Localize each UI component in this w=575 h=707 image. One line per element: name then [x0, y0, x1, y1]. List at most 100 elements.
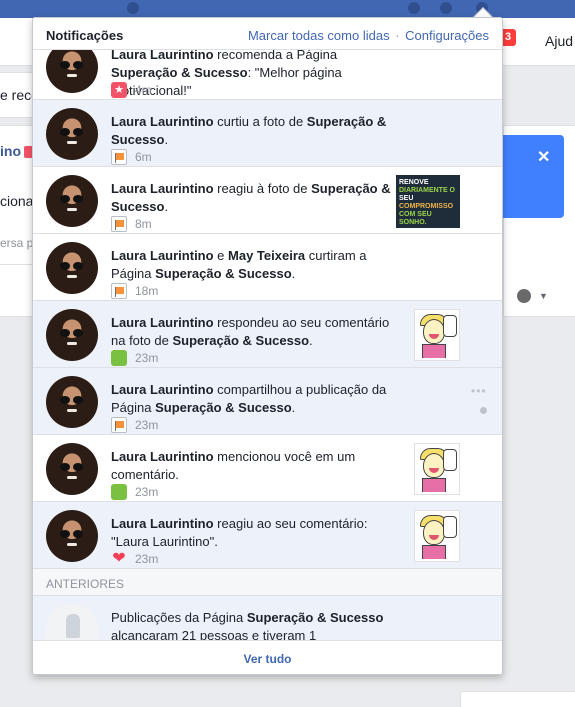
help-link[interactable]: Ajud	[545, 33, 573, 49]
notification-item[interactable]: Laura Laurintino curtiu a foto de Supera…	[33, 100, 502, 167]
avatar	[46, 50, 98, 93]
text-segment: Publicações da Página	[111, 610, 247, 625]
mark-as-read-dot[interactable]	[480, 407, 487, 414]
timestamp: 23m	[135, 351, 159, 365]
earlier-section-label: ANTERIORES	[33, 569, 502, 596]
notification-item[interactable]: Laura Laurintino e May Teixeira curtiram…	[33, 234, 502, 301]
notifications-title: Notificações	[46, 28, 124, 43]
text-segment: recomenda a Página	[213, 50, 338, 62]
comment-icon	[111, 484, 127, 500]
text-segment: alcançaram 21 pessoas e tiveram 1 envolv…	[111, 628, 317, 640]
notification-text: Laura Laurintino recomenda a Página Supe…	[111, 50, 391, 100]
notification-text: Laura Laurintino reagiu à foto de Supera…	[111, 180, 391, 216]
timestamp: 18m	[135, 284, 159, 298]
text-segment: .	[291, 266, 296, 281]
notification-item[interactable]: Publicações da Página Superação & Sucess…	[33, 596, 502, 640]
messages-icon[interactable]	[440, 2, 452, 14]
background-card: e reco	[0, 72, 39, 118]
heart-icon: ❤	[112, 550, 126, 567]
notification-text: Laura Laurintino curtiu a foto de Supera…	[111, 113, 391, 149]
notification-item[interactable]: Laura Laurintino reagiu ao seu comentári…	[33, 502, 502, 569]
notifications-header: Notificações Marcar todas como lidas · C…	[33, 18, 502, 50]
notification-item[interactable]: Laura Laurintino respondeu ao seu coment…	[33, 301, 502, 368]
profile-icon[interactable]	[127, 2, 139, 14]
text-segment: curtiu a foto de	[213, 114, 307, 129]
text-segment: .	[309, 333, 313, 348]
settings-link[interactable]: Configurações	[405, 28, 489, 43]
comic-body	[422, 344, 446, 358]
notification-text: Laura Laurintino mencionou você em um co…	[111, 448, 391, 484]
smile	[67, 275, 77, 278]
avatar	[46, 443, 98, 495]
notifications-list[interactable]: Laura Laurintino recomenda a Página Supe…	[33, 50, 502, 640]
smile	[67, 141, 77, 144]
avatar	[46, 510, 98, 562]
notification-item[interactable]: Laura Laurintino recomenda a Página Supe…	[33, 50, 502, 100]
bold-name: Superação & Sucesso	[155, 400, 292, 415]
notification-text: Laura Laurintino respondeu ao seu coment…	[111, 314, 391, 350]
bold-name: Superação & Sucesso	[111, 65, 248, 80]
flag-icon	[111, 149, 127, 165]
avatar	[46, 242, 98, 294]
notifications-list-content: Laura Laurintino recomenda a Página Supe…	[33, 50, 502, 640]
flag-icon	[111, 417, 127, 433]
bold-name: May Teixeira	[228, 248, 306, 263]
timestamp: 23m	[135, 552, 159, 566]
notification-item[interactable]: Laura Laurintino mencionou você em um co…	[33, 435, 502, 502]
bold-name: Laura Laurintino	[111, 114, 214, 129]
sunglasses	[60, 195, 84, 203]
sunglasses	[60, 396, 84, 404]
timestamp: 4m	[135, 83, 152, 97]
page-avatar-figure	[66, 614, 80, 638]
post-thumbnail[interactable]: RENOVE DIARIAMENTE O SEU COMPROMISSO COM SEU…	[396, 175, 460, 228]
speech-bubble	[443, 449, 457, 471]
mark-all-read-link[interactable]: Marcar todas como lidas	[248, 28, 390, 43]
comic-face	[423, 319, 445, 344]
smile	[67, 476, 77, 479]
smile	[67, 543, 77, 546]
sunglasses	[60, 128, 84, 136]
smile	[67, 208, 77, 211]
bold-name: Superação & Sucesso	[246, 610, 384, 625]
comic-thumbnail[interactable]	[414, 443, 460, 495]
smile	[67, 74, 77, 77]
comic-thumbnail[interactable]	[414, 309, 460, 361]
audience-avatar-icon[interactable]	[517, 289, 531, 303]
page-avatar	[46, 604, 98, 640]
friend-requests-icon[interactable]	[408, 2, 420, 14]
avatar	[46, 376, 98, 428]
thumbnail-text: DIARIAMENTE O	[399, 187, 455, 194]
notification-item[interactable]: Laura Laurintino compartilhou a publicaç…	[33, 368, 502, 435]
avatar	[46, 309, 98, 361]
flag-icon	[111, 216, 127, 232]
avatar	[46, 175, 98, 227]
text-segment: .	[164, 132, 169, 147]
sunglasses	[60, 463, 84, 471]
bold-name: Laura Laurintino	[111, 50, 214, 62]
more-options-icon[interactable]: •••	[471, 384, 487, 398]
see-all-link[interactable]: Ver tudo	[243, 652, 291, 666]
background-post: ino cional! ersa p	[0, 125, 40, 317]
text-segment: .	[164, 199, 169, 214]
bold-name: Superação & Sucesso	[155, 266, 292, 281]
flag-icon	[111, 283, 127, 299]
speech-bubble	[443, 516, 457, 538]
notification-text: Publicações da Página Superação & Sucess…	[111, 609, 391, 640]
info-banner: ✕	[503, 135, 564, 218]
comic-body	[422, 478, 446, 492]
comic-face	[423, 453, 445, 478]
sunglasses	[60, 329, 84, 337]
chat-sidebar-stub	[460, 691, 575, 707]
chevron-down-icon[interactable]: ▼	[539, 291, 548, 301]
close-icon[interactable]: ✕	[537, 147, 550, 167]
text-segment: .	[291, 400, 296, 415]
comment-icon	[111, 350, 127, 366]
notification-item[interactable]: Laura Laurintino reagiu à foto de Supera…	[33, 167, 502, 234]
comic-thumbnail[interactable]	[414, 510, 460, 562]
sunglasses	[60, 530, 84, 538]
bold-name: Laura Laurintino	[111, 516, 214, 531]
comic-body	[422, 545, 446, 559]
comic-face	[423, 520, 445, 545]
background-post-link[interactable]: ino	[0, 143, 21, 159]
sunglasses	[60, 61, 84, 69]
